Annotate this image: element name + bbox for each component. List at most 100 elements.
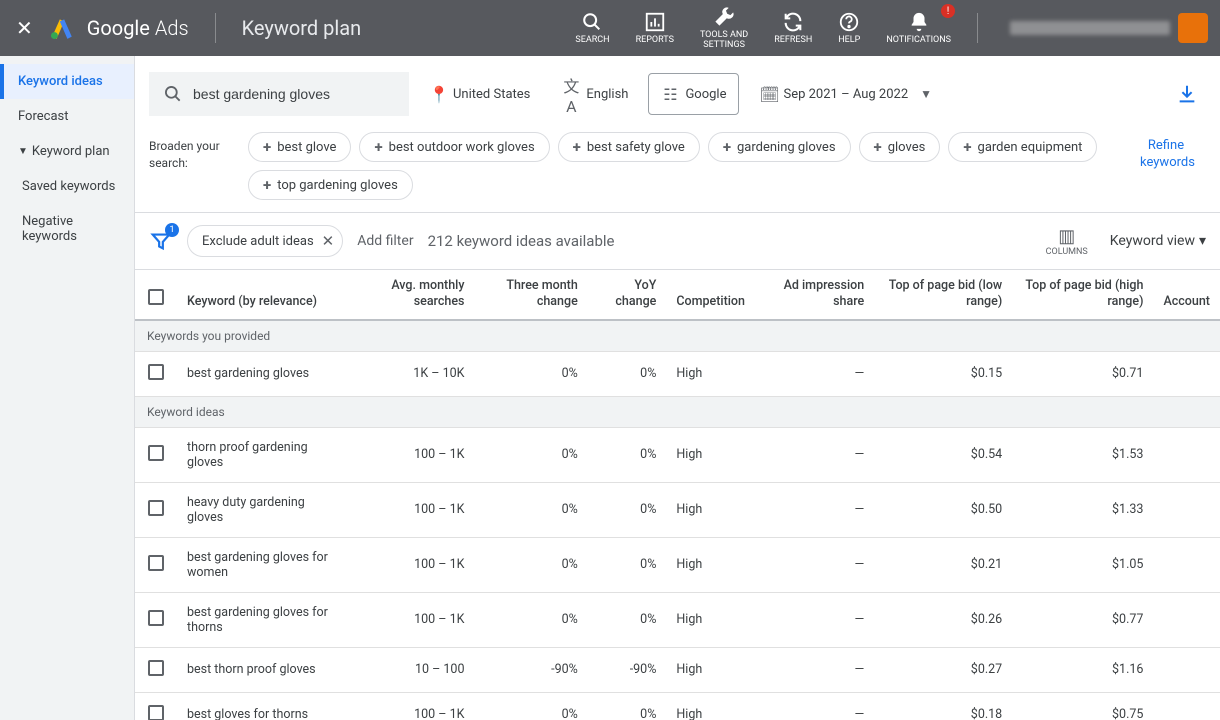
col-yoy[interactable]: YoY change bbox=[588, 270, 667, 320]
cell-bid-high: $0.77 bbox=[1012, 592, 1153, 647]
pill-label: gloves bbox=[888, 140, 926, 155]
col-bid-low[interactable]: Top of page bid (low range) bbox=[874, 270, 1012, 320]
broaden-pill[interactable]: +top gardening gloves bbox=[248, 170, 413, 200]
tool-label: HELP bbox=[838, 36, 860, 46]
toolbar-row: 1 Exclude adult ideas ✕ Add filter 212 k… bbox=[135, 213, 1220, 269]
search-tool[interactable]: SEARCH bbox=[563, 6, 621, 50]
section-row: Keywords you provided bbox=[135, 320, 1220, 352]
columns-button[interactable]: ▥ COLUMNS bbox=[1046, 226, 1088, 257]
row-checkbox[interactable] bbox=[148, 555, 164, 571]
cell-account bbox=[1153, 537, 1220, 592]
filter-badge: 1 bbox=[165, 223, 179, 237]
caret-down-icon: ▼ bbox=[920, 87, 932, 101]
location-label: United States bbox=[453, 87, 530, 102]
cell-competition: High bbox=[666, 592, 755, 647]
col-account[interactable]: Account bbox=[1153, 270, 1220, 320]
account-block[interactable] bbox=[1010, 13, 1208, 43]
remove-filter-icon[interactable]: ✕ bbox=[322, 232, 335, 250]
divider bbox=[977, 13, 978, 43]
cell-account bbox=[1153, 482, 1220, 537]
broaden-pill[interactable]: +gloves bbox=[859, 132, 941, 162]
plus-icon: + bbox=[723, 138, 731, 156]
location-chip[interactable]: 📍 United States bbox=[417, 73, 542, 115]
divider bbox=[215, 13, 216, 43]
filter-icon[interactable]: 1 bbox=[149, 229, 173, 253]
col-avg[interactable]: Avg. monthly searches bbox=[350, 270, 474, 320]
content: 📍 United States 文A English ☷ Google 🗓 Se… bbox=[135, 56, 1220, 720]
bell-icon bbox=[908, 10, 930, 34]
sidebar-item[interactable]: ▼ Keyword plan bbox=[0, 134, 134, 169]
cell-impression: — bbox=[755, 537, 874, 592]
table-wrapper: Keyword (by relevance) Avg. monthly sear… bbox=[135, 269, 1220, 720]
search-input-wrapper[interactable] bbox=[149, 72, 409, 116]
tool-label: REFRESH bbox=[774, 36, 812, 46]
cell-yoy: 0% bbox=[588, 692, 667, 720]
cell-bid-low: $0.50 bbox=[874, 482, 1012, 537]
row-checkbox[interactable] bbox=[148, 445, 164, 461]
close-icon[interactable]: ✕ bbox=[12, 12, 37, 44]
help-tool[interactable]: HELP bbox=[826, 6, 872, 50]
refresh-tool[interactable]: REFRESH bbox=[762, 6, 824, 50]
sidebar-item[interactable]: Forecast bbox=[0, 99, 134, 134]
date-range-chip[interactable]: 🗓 Sep 2021 – Aug 2022 ▼ bbox=[747, 73, 944, 115]
broaden-pill[interactable]: +best safety glove bbox=[558, 132, 700, 162]
language-chip[interactable]: 文A English bbox=[550, 73, 640, 115]
report-tool[interactable]: REPORTS bbox=[624, 6, 686, 50]
cell-keyword: best thorn proof gloves bbox=[177, 647, 350, 692]
cell-account bbox=[1153, 592, 1220, 647]
select-all-checkbox[interactable] bbox=[148, 289, 164, 305]
add-filter-button[interactable]: Add filter bbox=[357, 233, 413, 249]
broaden-pill[interactable]: +gardening gloves bbox=[708, 132, 851, 162]
row-checkbox[interactable] bbox=[148, 364, 164, 380]
sidebar-item-label: Keyword plan bbox=[32, 144, 110, 159]
plus-icon: + bbox=[263, 138, 271, 156]
cell-impression: — bbox=[755, 427, 874, 482]
cell-yoy: 0% bbox=[588, 592, 667, 647]
table-row: best gardening gloves for women100 – 1K0… bbox=[135, 537, 1220, 592]
cell-account bbox=[1153, 351, 1220, 396]
cell-impression: — bbox=[755, 692, 874, 720]
download-icon[interactable] bbox=[1168, 75, 1206, 113]
row-checkbox[interactable] bbox=[148, 500, 164, 516]
bell-tool[interactable]: NOTIFICATIONS! bbox=[874, 6, 963, 50]
sidebar-item[interactable]: Negative keywords bbox=[0, 204, 134, 254]
col-competition[interactable]: Competition bbox=[666, 270, 755, 320]
page-title: Keyword plan bbox=[242, 16, 362, 40]
sidebar-item[interactable]: Keyword ideas bbox=[0, 64, 134, 99]
col-keyword[interactable]: Keyword (by relevance) bbox=[177, 270, 350, 320]
keyword-view-dropdown[interactable]: Keyword view ▾ bbox=[1110, 233, 1206, 249]
cell-bid-high: $1.33 bbox=[1012, 482, 1153, 537]
header-tools: SEARCHREPORTS TOOLS ANDSETTINGS REFRESH HEL… bbox=[563, 1, 963, 55]
filters-row: 📍 United States 文A English ☷ Google 🗓 Se… bbox=[135, 56, 1220, 126]
wrench-tool[interactable]: TOOLS ANDSETTINGS bbox=[688, 1, 760, 55]
cell-competition: High bbox=[666, 482, 755, 537]
broaden-pill[interactable]: +garden equipment bbox=[948, 132, 1097, 162]
row-checkbox[interactable] bbox=[148, 610, 164, 626]
pill-label: best glove bbox=[277, 140, 336, 155]
table-row: best thorn proof gloves10 – 100-90%-90%H… bbox=[135, 647, 1220, 692]
filter-chip-label: Exclude adult ideas bbox=[202, 234, 314, 249]
search-input[interactable] bbox=[193, 86, 395, 102]
avatar[interactable] bbox=[1178, 13, 1208, 43]
network-chip[interactable]: ☷ Google bbox=[648, 73, 739, 115]
plus-icon: + bbox=[573, 138, 581, 156]
caret-down-icon: ▼ bbox=[18, 146, 28, 157]
col-bid-high[interactable]: Top of page bid (high range) bbox=[1012, 270, 1153, 320]
col-impression[interactable]: Ad impression share bbox=[755, 270, 874, 320]
col-three-month[interactable]: Three month change bbox=[474, 270, 587, 320]
row-checkbox[interactable] bbox=[148, 705, 164, 720]
sidebar-item-label: Forecast bbox=[18, 109, 68, 124]
refine-keywords-link[interactable]: Refine keywords bbox=[1126, 132, 1206, 178]
cell-avg: 100 – 1K bbox=[350, 482, 474, 537]
broaden-pill[interactable]: +best outdoor work gloves bbox=[359, 132, 549, 162]
tool-label: TOOLS ANDSETTINGS bbox=[700, 31, 748, 51]
cell-impression: — bbox=[755, 592, 874, 647]
broaden-pill[interactable]: + best glove bbox=[248, 132, 351, 162]
active-filter-chip[interactable]: Exclude adult ideas ✕ bbox=[187, 225, 343, 257]
results-count: 212 keyword ideas available bbox=[428, 232, 615, 250]
cell-keyword: best gardening gloves for thorns bbox=[177, 592, 350, 647]
cell-bid-low: $0.27 bbox=[874, 647, 1012, 692]
sidebar-item[interactable]: Saved keywords bbox=[0, 169, 134, 204]
cell-three-month: 0% bbox=[474, 592, 587, 647]
row-checkbox[interactable] bbox=[148, 660, 164, 676]
